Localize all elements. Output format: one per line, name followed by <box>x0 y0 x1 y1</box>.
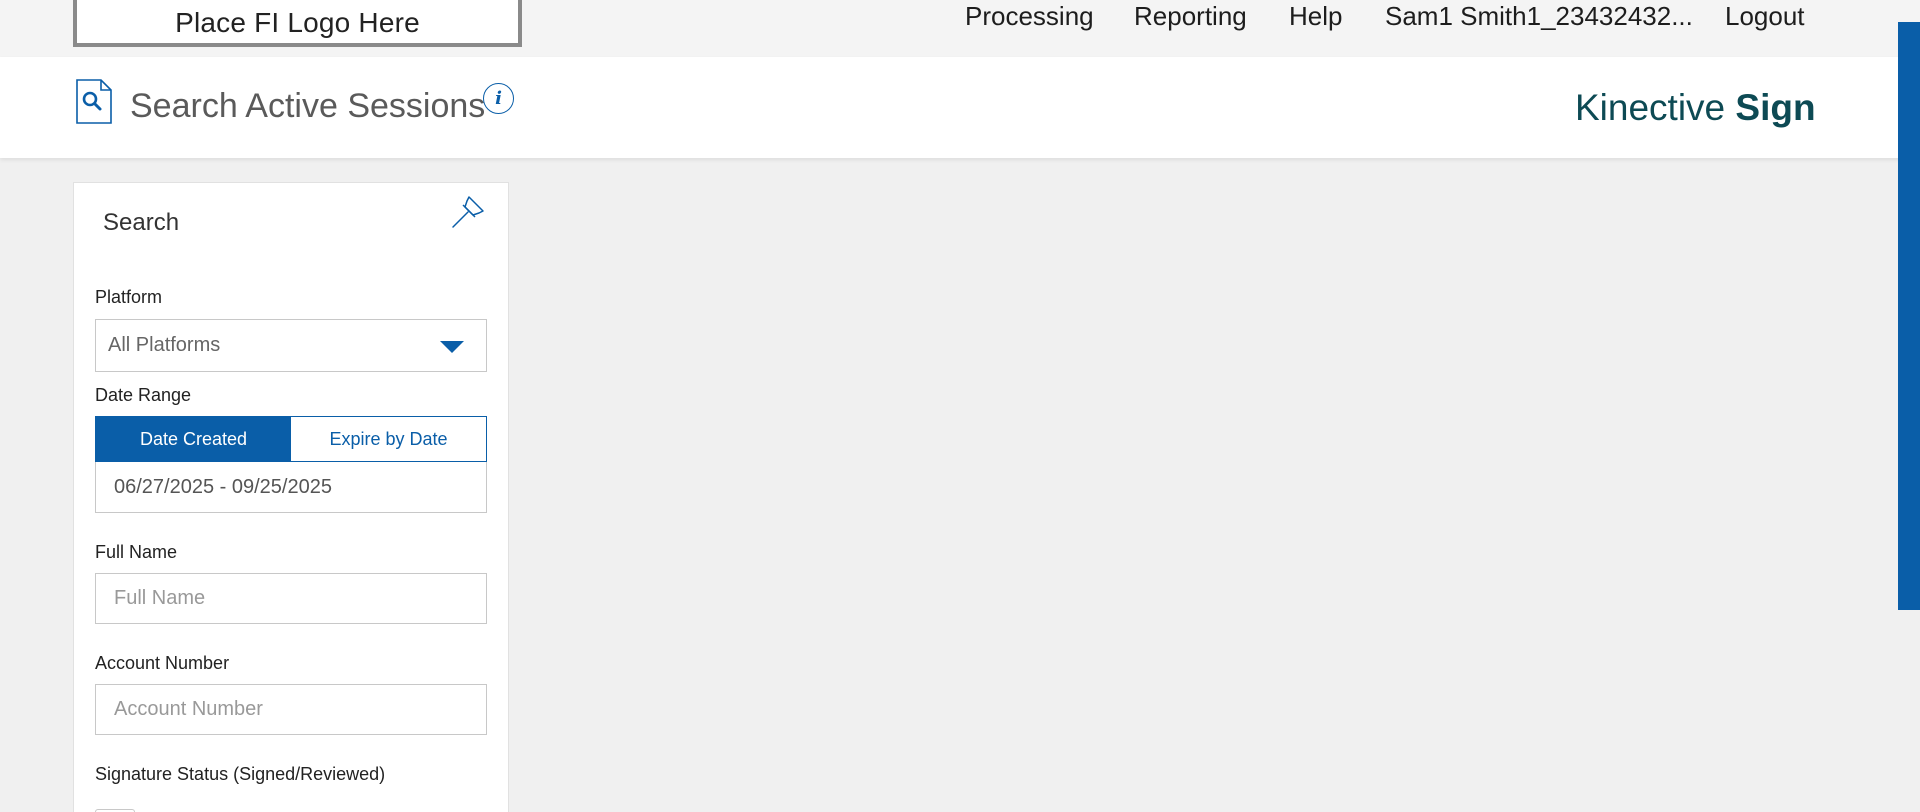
search-panel: Search Platform All Platforms Date Range… <box>73 182 509 812</box>
document-search-icon <box>76 79 112 124</box>
brand-name-bold: Sign <box>1735 87 1816 128</box>
date-range-value: 06/27/2025 - 09/25/2025 <box>114 475 332 498</box>
account-number-field[interactable] <box>95 684 487 735</box>
tab-date-created[interactable]: Date Created <box>96 417 291 461</box>
tab-expire-by-date[interactable]: Expire by Date <box>291 417 486 461</box>
caret-down-icon <box>440 341 464 353</box>
nav-reporting-label: Reporting <box>1134 0 1247 31</box>
full-name-field[interactable] <box>95 573 487 624</box>
platform-select[interactable]: All Platforms <box>95 319 487 372</box>
page-title: Search Active Sessions <box>130 87 486 125</box>
date-range-toggle: Date Created Expire by Date <box>95 416 487 462</box>
signature-status-label: Signature Status (Signed/Reviewed) <box>95 764 386 784</box>
brand-name: Kinective <box>1575 87 1736 128</box>
top-bar: Place FI Logo Here Processing Reporting … <box>0 0 1920 57</box>
scrollbar-thumb[interactable] <box>1898 22 1920 610</box>
date-range-label: Date Range <box>95 385 192 405</box>
info-icon[interactable]: i <box>483 83 514 114</box>
pin-icon[interactable] <box>449 193 487 233</box>
full-name-label: Full Name <box>95 542 178 562</box>
search-panel-title: Search <box>103 209 180 236</box>
user-menu[interactable]: Sam1 Smith1_23432432... <box>1385 0 1693 32</box>
account-number-label: Account Number <box>95 653 230 673</box>
logout-link[interactable]: Logout <box>1725 0 1805 32</box>
brand-logo: Kinective Sign <box>1575 87 1816 129</box>
nav-reporting[interactable]: Reporting <box>1134 0 1247 32</box>
logo-text: Place FI Logo Here <box>175 6 420 38</box>
platform-label: Platform <box>95 287 163 307</box>
platform-select-value: All Platforms <box>108 334 221 356</box>
user-menu-label: Sam1 Smith1_23432432... <box>1385 0 1693 31</box>
page-header: Search Active Sessions i Kinective Sign <box>0 57 1920 158</box>
nav-processing-label: Processing <box>965 0 1094 31</box>
nav-help[interactable]: Help <box>1289 0 1342 32</box>
nav-processing[interactable]: Processing <box>965 0 1094 32</box>
date-range-input[interactable]: 06/27/2025 - 09/25/2025 <box>95 462 487 513</box>
nav-help-label: Help <box>1289 0 1343 31</box>
page: Place FI Logo Here Processing Reporting … <box>0 0 1920 812</box>
logout-label: Logout <box>1725 0 1805 31</box>
fi-logo-placeholder[interactable]: Place FI Logo Here <box>73 0 522 47</box>
